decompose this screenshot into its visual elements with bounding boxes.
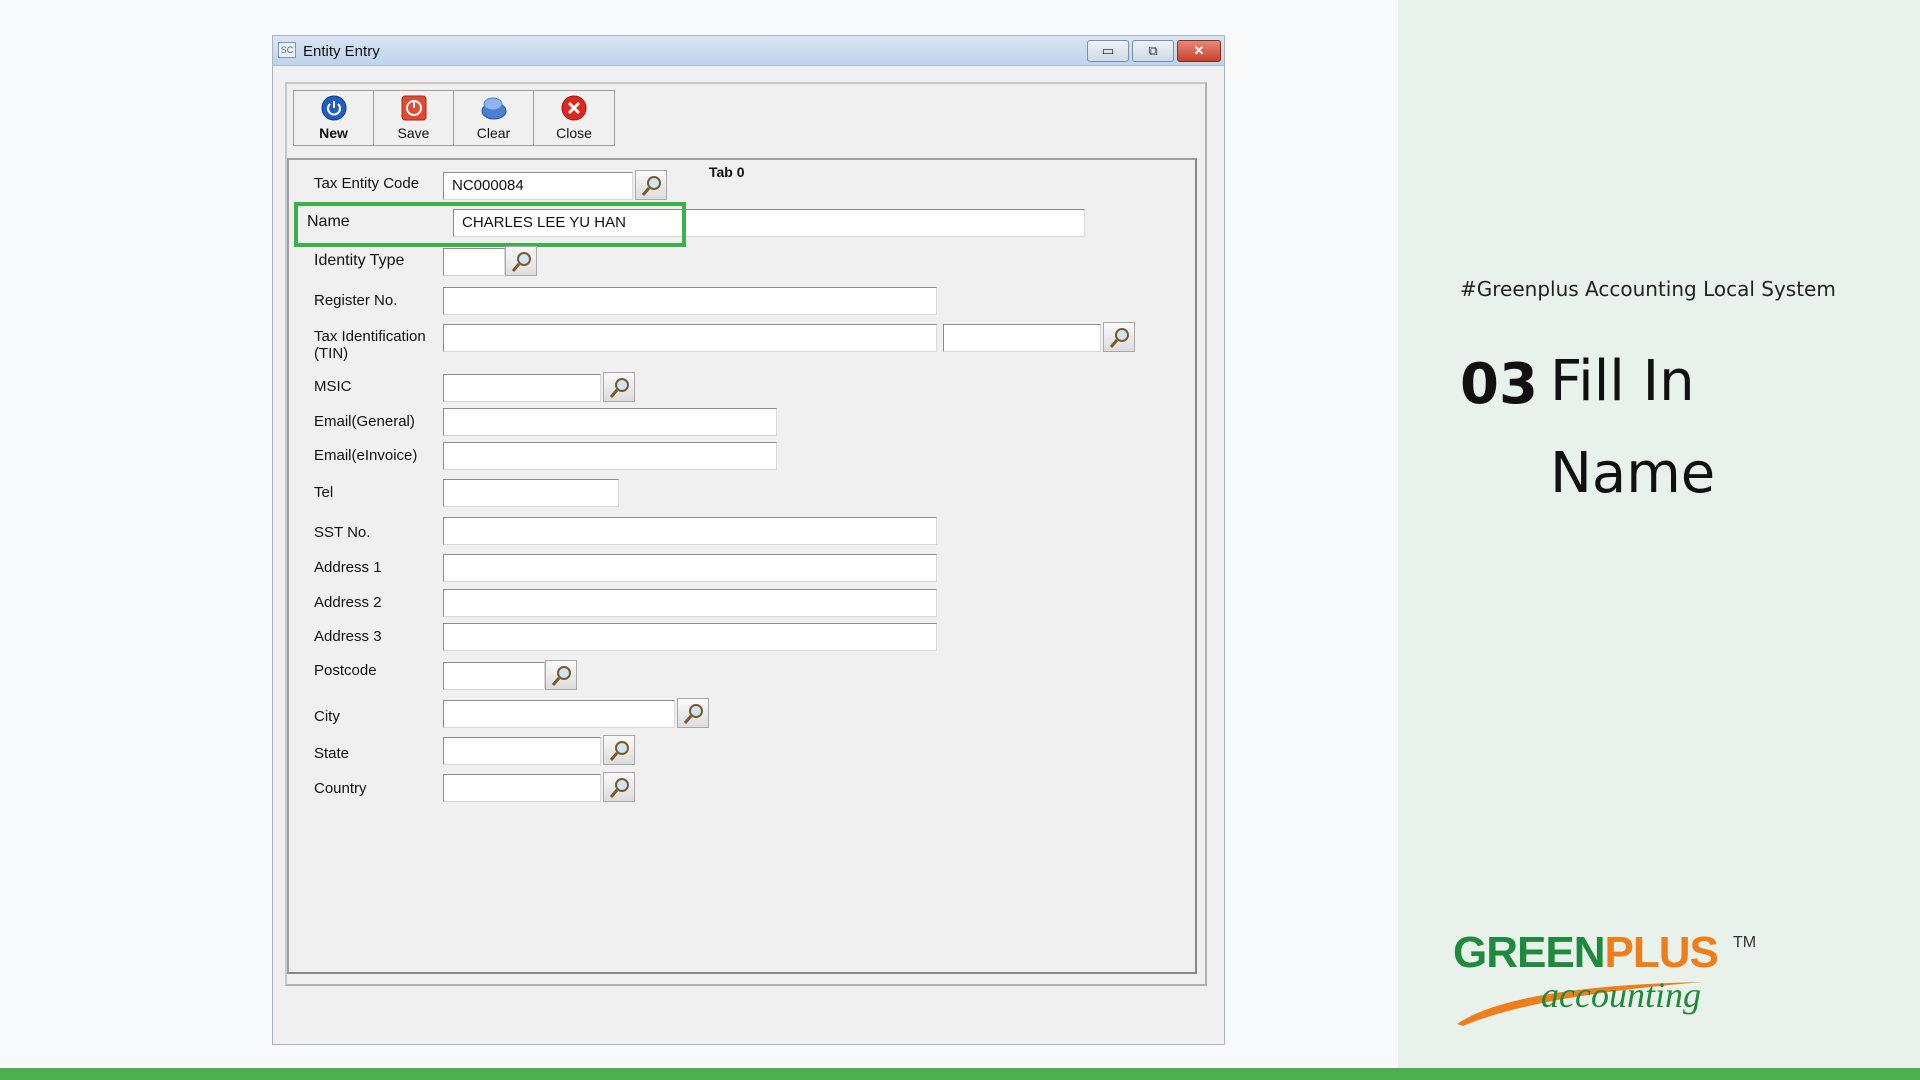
power-icon bbox=[321, 95, 347, 121]
tax-entity-code-lookup-button[interactable] bbox=[635, 170, 667, 200]
address2-label: Address 2 bbox=[314, 594, 382, 611]
city-label: City bbox=[314, 708, 340, 725]
logo-wordmark: GREENPLUS bbox=[1453, 928, 1719, 978]
tin-lookup-button[interactable] bbox=[1103, 322, 1135, 352]
eraser-icon bbox=[481, 97, 507, 120]
tel-label: Tel bbox=[314, 484, 334, 501]
close-label: Close bbox=[556, 125, 592, 141]
tax-entity-code-label: Tax Entity Code bbox=[314, 175, 420, 192]
email-einvoice-field[interactable] bbox=[443, 442, 777, 470]
logo-green-text: GREEN bbox=[1453, 928, 1605, 977]
address2-field[interactable] bbox=[443, 589, 937, 617]
slide-side-panel: #Greenplus Accounting Local System 03 Fi… bbox=[1398, 0, 1920, 1068]
app-icon: SC bbox=[278, 42, 296, 58]
sst-no-field[interactable] bbox=[443, 517, 937, 545]
window-title: Entity Entry bbox=[303, 43, 380, 60]
tax-entity-code-field[interactable]: NC000084 bbox=[443, 172, 633, 200]
postcode-lookup-button[interactable] bbox=[545, 660, 577, 690]
register-no-label: Register No. bbox=[314, 292, 398, 309]
sst-no-label: SST No. bbox=[314, 524, 371, 541]
identity-type-field[interactable] bbox=[443, 248, 505, 276]
logo-subtitle: accounting bbox=[1541, 975, 1701, 1015]
tab-0[interactable]: Tab 0 bbox=[709, 164, 745, 180]
toolbar: New Save Clear Close bbox=[293, 90, 615, 146]
postcode-field[interactable] bbox=[443, 662, 545, 690]
magnifier-icon bbox=[551, 666, 571, 686]
country-field[interactable] bbox=[443, 774, 601, 802]
magnifier-icon bbox=[609, 741, 629, 761]
save-icon bbox=[401, 95, 427, 121]
city-lookup-button[interactable] bbox=[677, 698, 709, 728]
tin-label-line1: Tax Identification bbox=[314, 328, 426, 345]
address3-label: Address 3 bbox=[314, 628, 382, 645]
magnifier-icon bbox=[641, 176, 661, 196]
magnifier-icon bbox=[1109, 328, 1129, 348]
new-button[interactable]: New bbox=[294, 91, 374, 145]
step-title: Fill In Name bbox=[1550, 349, 1716, 506]
close-window-button[interactable]: ✕ bbox=[1177, 40, 1221, 62]
logo-plus-text: PLUS bbox=[1604, 928, 1718, 977]
magnifier-icon bbox=[609, 778, 629, 798]
magnifier-icon bbox=[683, 704, 703, 724]
tin-label-line2: (TIN) bbox=[314, 345, 349, 362]
register-no-field[interactable] bbox=[443, 287, 937, 315]
new-label: New bbox=[319, 125, 348, 141]
postcode-label: Postcode bbox=[314, 662, 377, 679]
address1-field[interactable] bbox=[443, 554, 937, 582]
magnifier-icon bbox=[609, 378, 629, 398]
city-field[interactable] bbox=[443, 700, 675, 728]
save-label: Save bbox=[397, 125, 430, 141]
clear-button[interactable]: Clear bbox=[454, 91, 534, 145]
tin-secondary-field[interactable] bbox=[943, 324, 1101, 352]
email-general-label: Email(General) bbox=[314, 413, 415, 430]
address3-field[interactable] bbox=[443, 623, 937, 651]
msic-label: MSIC bbox=[314, 378, 352, 395]
save-button[interactable]: Save bbox=[374, 91, 454, 145]
hashtag-text: #Greenplus Accounting Local System bbox=[1460, 277, 1836, 301]
address1-label: Address 1 bbox=[314, 559, 382, 576]
email-general-field[interactable] bbox=[443, 408, 777, 436]
country-lookup-button[interactable] bbox=[603, 772, 635, 802]
name-highlight-box bbox=[294, 202, 686, 247]
state-label: State bbox=[314, 745, 350, 762]
identity-type-label: Identity Type bbox=[314, 252, 405, 269]
tin-field[interactable] bbox=[443, 324, 937, 352]
state-field[interactable] bbox=[443, 737, 601, 765]
maximize-button[interactable]: ⧉ bbox=[1132, 40, 1174, 62]
close-button[interactable]: Close bbox=[534, 91, 614, 145]
trademark-symbol: TM bbox=[1733, 934, 1757, 951]
country-label: Country bbox=[314, 780, 367, 797]
entity-entry-window: SC Entity Entry ▭ ⧉ ✕ New Save Clear Clo… bbox=[272, 35, 1225, 1045]
tel-field[interactable] bbox=[443, 479, 619, 507]
title-bar[interactable]: SC Entity Entry ▭ ⧉ ✕ bbox=[273, 36, 1224, 66]
close-icon bbox=[561, 95, 587, 121]
step-number: 03 bbox=[1460, 352, 1538, 417]
email-einvoice-label: Email(eInvoice) bbox=[314, 447, 418, 464]
state-lookup-button[interactable] bbox=[603, 735, 635, 765]
identity-type-lookup-button[interactable] bbox=[505, 246, 537, 276]
clear-label: Clear bbox=[476, 125, 511, 141]
magnifier-icon bbox=[511, 252, 531, 272]
minimize-button[interactable]: ▭ bbox=[1087, 40, 1129, 62]
greenplus-logo: GREENPLUS TM accounting bbox=[1453, 928, 1757, 1028]
bottom-accent-bar bbox=[0, 1068, 1920, 1080]
msic-field[interactable] bbox=[443, 374, 601, 402]
msic-lookup-button[interactable] bbox=[603, 372, 635, 402]
